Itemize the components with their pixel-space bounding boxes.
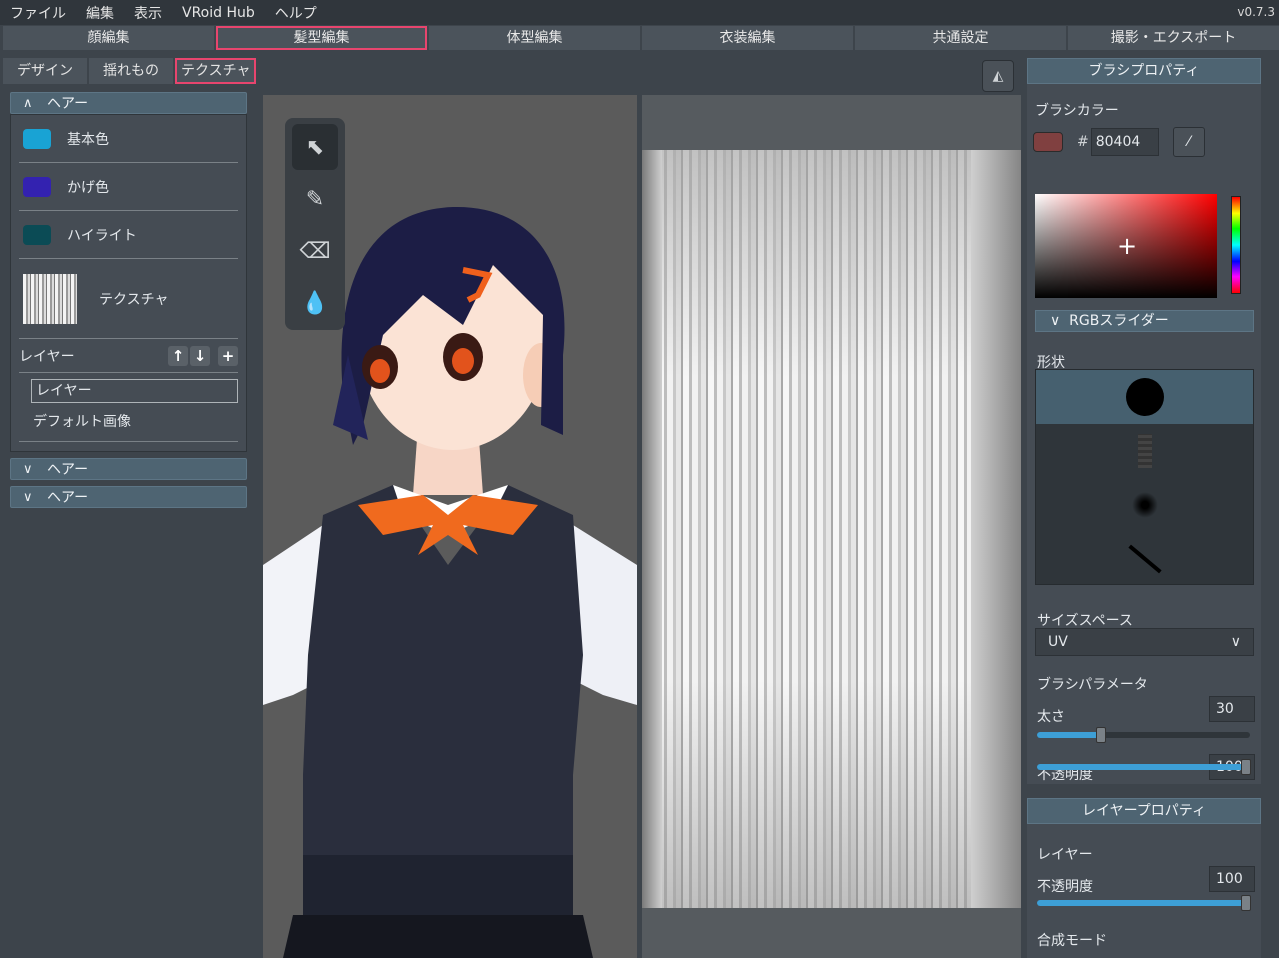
highlight-color-label: ハイライト bbox=[67, 227, 137, 244]
size-space-dropdown[interactable]: UV ∨ bbox=[1035, 628, 1254, 656]
section-title: ヘアー bbox=[47, 462, 89, 478]
texture-row[interactable]: テクスチャ bbox=[19, 259, 238, 339]
left-panel: ∧ ヘアー 基本色 かげ色 ハイライト テクスチャ レイヤー ↑ ↓ + レイヤ bbox=[8, 92, 251, 958]
tab-common-settings[interactable]: 共通設定 bbox=[855, 26, 1066, 50]
eyedropper-icon[interactable]: ⁄ bbox=[1172, 127, 1205, 157]
chevron-up-icon: ∧ bbox=[23, 95, 33, 111]
hue-slider[interactable] bbox=[1231, 196, 1241, 294]
crosshair-icon: + bbox=[1117, 232, 1138, 260]
hash-label: # bbox=[1077, 134, 1089, 150]
version-label: v0.7.3 bbox=[1237, 5, 1275, 19]
right-panel: ブラシプロパティ ブラシカラー # 80404 ⁄ + ∨ RGBスライダー 形… bbox=[1027, 58, 1261, 958]
subtab-texture[interactable]: テクスチャ bbox=[175, 58, 257, 84]
move-up-icon[interactable]: ↑ bbox=[168, 345, 188, 366]
menu-vroid-hub[interactable]: VRoid Hub bbox=[172, 5, 265, 21]
base-color-label: 基本色 bbox=[67, 131, 109, 148]
layer-item[interactable]: レイヤー bbox=[31, 379, 238, 403]
brush-color-row: # 80404 ⁄ bbox=[1033, 126, 1255, 158]
menu-file[interactable]: ファイル bbox=[0, 3, 76, 23]
size-space-label: サイズスペース bbox=[1037, 613, 1133, 629]
section-title: ヘアー bbox=[47, 96, 89, 112]
color-row-shadow[interactable]: かげ色 bbox=[19, 163, 238, 211]
tab-face[interactable]: 顔編集 bbox=[3, 26, 214, 50]
fill-tool-icon[interactable]: 💧 bbox=[292, 280, 338, 326]
saturation-value-picker[interactable]: + bbox=[1035, 194, 1217, 298]
tab-hairstyle[interactable]: 髪型編集 bbox=[216, 26, 427, 50]
brush-shape-soft[interactable] bbox=[1036, 478, 1253, 532]
hair-section-collapsed-1[interactable]: ∨ ヘアー bbox=[10, 458, 247, 480]
chevron-down-icon: ∨ bbox=[23, 489, 33, 505]
brush-color-label: ブラシカラー bbox=[1035, 103, 1119, 119]
tab-outfit[interactable]: 衣装編集 bbox=[642, 26, 853, 50]
hair-section-collapsed-2[interactable]: ∨ ヘアー bbox=[10, 486, 247, 508]
layer-opacity-slider-handle[interactable] bbox=[1241, 895, 1251, 911]
add-layer-icon[interactable]: + bbox=[218, 345, 238, 366]
chevron-down-icon: ∨ bbox=[1230, 634, 1241, 650]
top-tabs: 顔編集 髪型編集 体型編集 衣装編集 共通設定 撮影・エクスポート bbox=[3, 26, 1279, 50]
chevron-down-icon: ∨ bbox=[23, 461, 33, 477]
select-tool-icon[interactable]: ⬉ bbox=[292, 124, 338, 170]
color-row-highlight[interactable]: ハイライト bbox=[19, 211, 238, 259]
mirror-icon[interactable]: ◭ bbox=[982, 60, 1014, 92]
menu-help[interactable]: ヘルプ bbox=[265, 3, 327, 23]
thickness-slider-handle[interactable] bbox=[1095, 727, 1106, 743]
hair-section-body: 基本色 かげ色 ハイライト テクスチャ レイヤー ↑ ↓ + レイヤー デフォル… bbox=[10, 114, 247, 452]
pen-tool-icon[interactable]: ✎ bbox=[292, 176, 338, 222]
menu-view[interactable]: 表示 bbox=[124, 3, 172, 23]
brush-properties-body: ブラシカラー # 80404 ⁄ + ∨ RGBスライダー 形状 サイズスペース… bbox=[1027, 84, 1261, 784]
layer-properties-header: レイヤープロパティ bbox=[1027, 798, 1261, 824]
shadow-color-label: かげ色 bbox=[67, 179, 109, 196]
menu-edit[interactable]: 編集 bbox=[76, 3, 124, 23]
brush-shape-list bbox=[1035, 369, 1254, 585]
highlight-color-swatch[interactable] bbox=[23, 224, 51, 245]
rgb-slider-toggle[interactable]: ∨ RGBスライダー bbox=[1035, 310, 1254, 332]
thickness-input[interactable]: 30 bbox=[1209, 696, 1255, 722]
texture-canvas[interactable] bbox=[642, 150, 1021, 908]
hair-section-header[interactable]: ∧ ヘアー bbox=[10, 92, 247, 114]
sub-tabs: デザイン 揺れもの テクスチャ bbox=[3, 58, 257, 84]
layer-prop-label: レイヤー bbox=[1037, 847, 1093, 863]
layer-item-default[interactable]: デフォルト画像 bbox=[19, 403, 238, 442]
layer-opacity-input[interactable]: 100 bbox=[1209, 866, 1255, 892]
blend-mode-label: 合成モード bbox=[1037, 933, 1107, 949]
texture-label: テクスチャ bbox=[99, 291, 169, 308]
thickness-label: 太さ bbox=[1037, 709, 1065, 725]
brush-properties-header: ブラシプロパティ bbox=[1027, 58, 1261, 84]
brush-param-label: ブラシパラメータ bbox=[1037, 677, 1148, 693]
layer-properties-body: レイヤー 不透明度 100 合成モード bbox=[1027, 824, 1261, 958]
texture-thumbnail[interactable] bbox=[23, 273, 77, 324]
brush-shape-round[interactable] bbox=[1036, 370, 1253, 424]
opacity-slider[interactable] bbox=[1037, 759, 1251, 775]
brush-shape-line[interactable] bbox=[1036, 532, 1253, 586]
section-title: ヘアー bbox=[47, 490, 89, 506]
subtab-design[interactable]: デザイン bbox=[3, 58, 87, 84]
size-space-value: UV bbox=[1048, 634, 1068, 650]
brush-color-swatch[interactable] bbox=[1033, 132, 1063, 152]
shadow-color-swatch[interactable] bbox=[23, 176, 51, 197]
move-down-icon[interactable]: ↓ bbox=[190, 345, 210, 366]
hex-input[interactable]: 80404 bbox=[1090, 128, 1159, 156]
tab-photo-export[interactable]: 撮影・エクスポート bbox=[1068, 26, 1279, 50]
subtab-physics[interactable]: 揺れもの bbox=[89, 58, 173, 84]
tab-body[interactable]: 体型編集 bbox=[429, 26, 640, 50]
rgb-slider-label: RGBスライダー bbox=[1069, 313, 1169, 329]
tool-palette: ⬉ ✎ ⌫ 💧 bbox=[285, 118, 345, 330]
eraser-tool-icon[interactable]: ⌫ bbox=[292, 228, 338, 274]
base-color-swatch[interactable] bbox=[23, 128, 51, 149]
chevron-down-icon: ∨ bbox=[1050, 313, 1070, 329]
brush-shape-texture[interactable] bbox=[1036, 424, 1253, 478]
thickness-slider[interactable] bbox=[1037, 727, 1250, 743]
layer-header: レイヤー ↑ ↓ + bbox=[19, 339, 238, 373]
layer-label: レイヤー bbox=[19, 348, 75, 365]
opacity-slider-handle[interactable] bbox=[1241, 759, 1251, 775]
layer-opacity-slider[interactable] bbox=[1037, 895, 1251, 911]
layer-opacity-label: 不透明度 bbox=[1037, 879, 1093, 895]
menu-bar: ファイル 編集 表示 VRoid Hub ヘルプ v0.7.3 bbox=[0, 0, 1279, 25]
color-row-base[interactable]: 基本色 bbox=[19, 115, 238, 163]
